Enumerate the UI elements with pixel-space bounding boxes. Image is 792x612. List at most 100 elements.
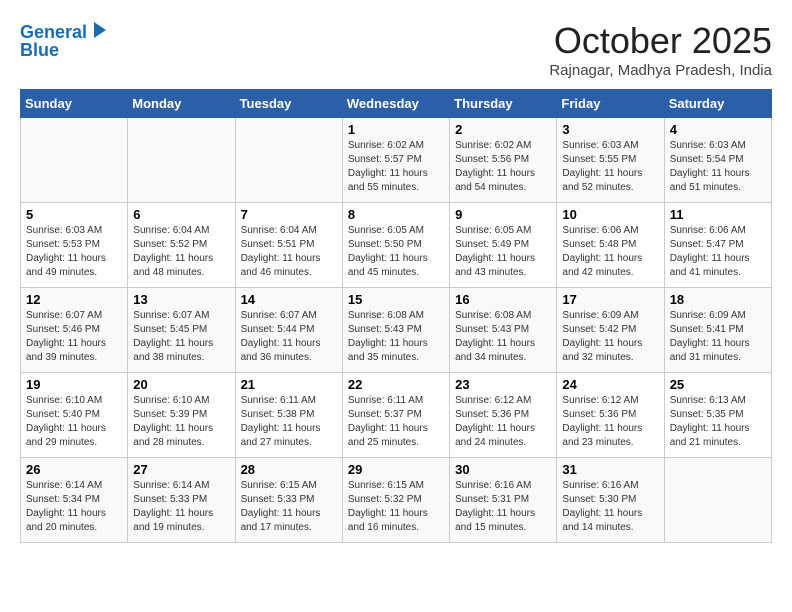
calendar-header: SundayMondayTuesdayWednesdayThursdayFrid… <box>21 90 772 118</box>
calendar-cell: 5 Sunrise: 6:03 AMSunset: 5:53 PMDaylight… <box>21 203 128 288</box>
header-day-saturday: Saturday <box>664 90 771 118</box>
title-block: October 2025 Rajnagar, Madhya Pradesh, I… <box>549 20 772 79</box>
day-info: Sunrise: 6:07 AMSunset: 5:44 PMDaylight:… <box>241 309 337 365</box>
day-number: 22 <box>348 377 444 392</box>
calendar-cell: 31 Sunrise: 6:16 AMSunset: 5:30 PMDayligh… <box>557 458 664 543</box>
day-number: 19 <box>26 377 122 392</box>
calendar-cell: 20 Sunrise: 6:10 AMSunset: 5:39 PMDayligh… <box>128 373 235 458</box>
day-info: Sunrise: 6:12 AMSunset: 5:36 PMDaylight:… <box>562 394 658 450</box>
day-number: 30 <box>455 462 551 477</box>
day-number: 25 <box>670 377 766 392</box>
calendar-week-3: 12 Sunrise: 6:07 AMSunset: 5:46 PMDayligh… <box>21 288 772 373</box>
day-number: 20 <box>133 377 229 392</box>
calendar-cell: 19Sunrise: 6:10 AMSunset: 5:40 PMDayligh… <box>21 373 128 458</box>
day-number: 9 <box>455 207 551 222</box>
calendar-cell: 26Sunrise: 6:14 AMSunset: 5:34 PMDayligh… <box>21 458 128 543</box>
calendar-cell: 28 Sunrise: 6:15 AMSunset: 5:33 PMDayligh… <box>235 458 342 543</box>
calendar-cell: 18Sunrise: 6:09 AMSunset: 5:41 PMDayligh… <box>664 288 771 373</box>
day-number: 24 <box>562 377 658 392</box>
calendar-table: SundayMondayTuesdayWednesdayThursdayFrid… <box>20 89 772 543</box>
day-number: 4 <box>670 122 766 137</box>
calendar-cell: 21 Sunrise: 6:11 AMSunset: 5:38 PMDayligh… <box>235 373 342 458</box>
page-header: General Blue October 2025 Rajnagar, Madh… <box>20 20 772 79</box>
day-number: 1 <box>348 122 444 137</box>
day-info: Sunrise: 6:07 AMSunset: 5:46 PMDaylight:… <box>26 309 122 365</box>
calendar-cell <box>235 118 342 203</box>
header-day-monday: Monday <box>128 90 235 118</box>
day-info: Sunrise: 6:02 AMSunset: 5:57 PMDaylight:… <box>348 139 444 195</box>
day-info: Sunrise: 6:05 AMSunset: 5:49 PMDaylight:… <box>455 224 551 280</box>
day-number: 27 <box>133 462 229 477</box>
day-number: 16 <box>455 292 551 307</box>
header-day-wednesday: Wednesday <box>342 90 449 118</box>
day-info: Sunrise: 6:13 AMSunset: 5:35 PMDaylight:… <box>670 394 766 450</box>
calendar-cell: 15Sunrise: 6:08 AMSunset: 5:43 PMDayligh… <box>342 288 449 373</box>
calendar-cell: 7 Sunrise: 6:04 AMSunset: 5:51 PMDaylight… <box>235 203 342 288</box>
calendar-week-4: 19Sunrise: 6:10 AMSunset: 5:40 PMDayligh… <box>21 373 772 458</box>
calendar-cell: 4 Sunrise: 6:03 AMSunset: 5:54 PMDaylight… <box>664 118 771 203</box>
calendar-week-1: 1 Sunrise: 6:02 AMSunset: 5:57 PMDaylight… <box>21 118 772 203</box>
calendar-cell: 27 Sunrise: 6:14 AMSunset: 5:33 PMDayligh… <box>128 458 235 543</box>
calendar-cell: 29 Sunrise: 6:15 AMSunset: 5:32 PMDayligh… <box>342 458 449 543</box>
day-number: 23 <box>455 377 551 392</box>
header-day-thursday: Thursday <box>450 90 557 118</box>
calendar-cell: 16 Sunrise: 6:08 AMSunset: 5:43 PMDayligh… <box>450 288 557 373</box>
day-info: Sunrise: 6:16 AMSunset: 5:30 PMDaylight:… <box>562 479 658 535</box>
day-info: Sunrise: 6:03 AMSunset: 5:55 PMDaylight:… <box>562 139 658 195</box>
day-info: Sunrise: 6:04 AMSunset: 5:52 PMDaylight:… <box>133 224 229 280</box>
day-info: Sunrise: 6:11 AMSunset: 5:38 PMDaylight:… <box>241 394 337 450</box>
calendar-cell: 9 Sunrise: 6:05 AMSunset: 5:49 PMDaylight… <box>450 203 557 288</box>
day-number: 6 <box>133 207 229 222</box>
calendar-cell <box>128 118 235 203</box>
day-info: Sunrise: 6:10 AMSunset: 5:39 PMDaylight:… <box>133 394 229 450</box>
day-info: Sunrise: 6:07 AMSunset: 5:45 PMDaylight:… <box>133 309 229 365</box>
header-day-friday: Friday <box>557 90 664 118</box>
day-number: 14 <box>241 292 337 307</box>
calendar-cell: 24 Sunrise: 6:12 AMSunset: 5:36 PMDayligh… <box>557 373 664 458</box>
day-info: Sunrise: 6:12 AMSunset: 5:36 PMDaylight:… <box>455 394 551 450</box>
day-info: Sunrise: 6:04 AMSunset: 5:51 PMDaylight:… <box>241 224 337 280</box>
day-number: 21 <box>241 377 337 392</box>
day-info: Sunrise: 6:06 AMSunset: 5:48 PMDaylight:… <box>562 224 658 280</box>
header-row: SundayMondayTuesdayWednesdayThursdayFrid… <box>21 90 772 118</box>
day-number: 28 <box>241 462 337 477</box>
calendar-cell: 25 Sunrise: 6:13 AMSunset: 5:35 PMDayligh… <box>664 373 771 458</box>
day-number: 11 <box>670 207 766 222</box>
day-number: 5 <box>26 207 122 222</box>
day-info: Sunrise: 6:03 AMSunset: 5:53 PMDaylight:… <box>26 224 122 280</box>
calendar-cell: 30Sunrise: 6:16 AMSunset: 5:31 PMDayligh… <box>450 458 557 543</box>
calendar-cell: 23 Sunrise: 6:12 AMSunset: 5:36 PMDayligh… <box>450 373 557 458</box>
day-info: Sunrise: 6:14 AMSunset: 5:33 PMDaylight:… <box>133 479 229 535</box>
logo: General Blue <box>20 20 106 61</box>
day-info: Sunrise: 6:03 AMSunset: 5:54 PMDaylight:… <box>670 139 766 195</box>
calendar-cell: 17 Sunrise: 6:09 AMSunset: 5:42 PMDayligh… <box>557 288 664 373</box>
location: Rajnagar, Madhya Pradesh, India <box>549 62 772 79</box>
calendar-cell: 8Sunrise: 6:05 AMSunset: 5:50 PMDaylight… <box>342 203 449 288</box>
day-number: 18 <box>670 292 766 307</box>
day-info: Sunrise: 6:05 AMSunset: 5:50 PMDaylight:… <box>348 224 444 280</box>
day-number: 17 <box>562 292 658 307</box>
calendar-cell: 6 Sunrise: 6:04 AMSunset: 5:52 PMDaylight… <box>128 203 235 288</box>
day-number: 2 <box>455 122 551 137</box>
day-info: Sunrise: 6:15 AMSunset: 5:33 PMDaylight:… <box>241 479 337 535</box>
day-number: 3 <box>562 122 658 137</box>
day-number: 31 <box>562 462 658 477</box>
day-info: Sunrise: 6:11 AMSunset: 5:37 PMDaylight:… <box>348 394 444 450</box>
day-info: Sunrise: 6:08 AMSunset: 5:43 PMDaylight:… <box>455 309 551 365</box>
day-info: Sunrise: 6:14 AMSunset: 5:34 PMDaylight:… <box>26 479 122 535</box>
calendar-body: 1 Sunrise: 6:02 AMSunset: 5:57 PMDaylight… <box>21 118 772 543</box>
day-info: Sunrise: 6:06 AMSunset: 5:47 PMDaylight:… <box>670 224 766 280</box>
day-number: 7 <box>241 207 337 222</box>
calendar-cell <box>664 458 771 543</box>
day-info: Sunrise: 6:02 AMSunset: 5:56 PMDaylight:… <box>455 139 551 195</box>
day-number: 29 <box>348 462 444 477</box>
calendar-week-5: 26Sunrise: 6:14 AMSunset: 5:34 PMDayligh… <box>21 458 772 543</box>
day-number: 10 <box>562 207 658 222</box>
calendar-cell: 22 Sunrise: 6:11 AMSunset: 5:37 PMDayligh… <box>342 373 449 458</box>
calendar-cell: 10 Sunrise: 6:06 AMSunset: 5:48 PMDayligh… <box>557 203 664 288</box>
day-info: Sunrise: 6:09 AMSunset: 5:42 PMDaylight:… <box>562 309 658 365</box>
day-number: 15 <box>348 292 444 307</box>
day-info: Sunrise: 6:15 AMSunset: 5:32 PMDaylight:… <box>348 479 444 535</box>
day-number: 12 <box>26 292 122 307</box>
day-number: 13 <box>133 292 229 307</box>
